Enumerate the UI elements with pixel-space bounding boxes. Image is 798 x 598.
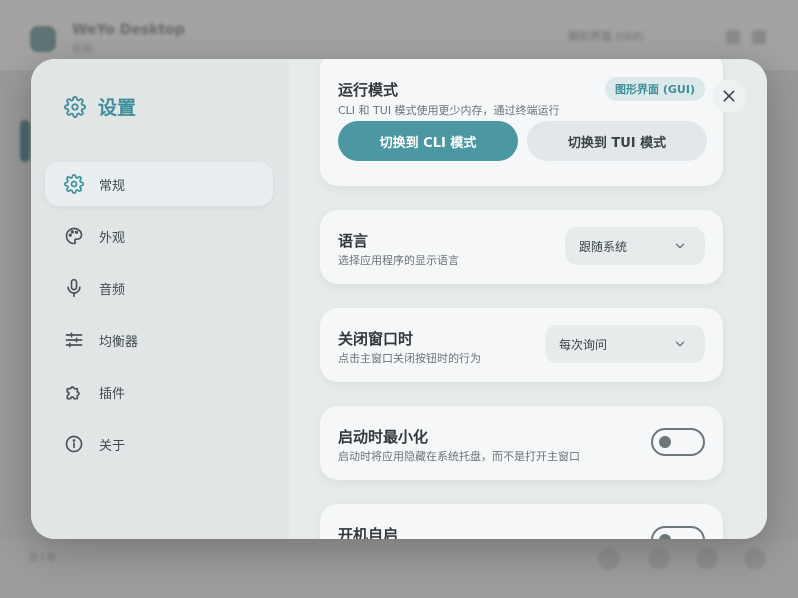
microphone-icon xyxy=(63,277,85,299)
close-behavior-select[interactable]: 每次询问 xyxy=(545,325,705,363)
more-icon xyxy=(752,30,766,44)
close-icon xyxy=(718,85,740,107)
background-mode-chip: 图形界面 (GUI) xyxy=(568,30,644,43)
close-window-card: 关闭窗口时 点击主窗口关闭按钮时的行为 每次询问 xyxy=(320,308,723,382)
close-window-desc: 点击主窗口关闭按钮时的行为 xyxy=(338,352,481,365)
palette-icon xyxy=(63,225,85,247)
info-icon xyxy=(63,433,85,455)
sidebar-item-label: 常规 xyxy=(99,178,126,194)
start-minimized-card: 启动时最小化 启动时将应用隐藏在系统托盘，而不是打开主窗口 xyxy=(320,406,723,480)
sidebar-item-plugins[interactable]: 插件 xyxy=(45,370,273,414)
switch-cli-button[interactable]: 切换到 CLI 模式 xyxy=(338,121,518,161)
settings-nav: 常规 外观 音频 均衡器 插件 关于 xyxy=(45,162,273,474)
autostart-toggle[interactable] xyxy=(651,526,705,539)
sidebar-item-label: 均衡器 xyxy=(99,334,139,350)
close-button[interactable] xyxy=(712,79,746,113)
background-status: 0 / 0 xyxy=(30,551,55,564)
prev-icon xyxy=(648,548,670,570)
current-mode-badge: 图形界面 (GUI) xyxy=(605,77,705,101)
sidebar-item-appearance[interactable]: 外观 xyxy=(45,214,273,258)
sidebar-item-about[interactable]: 关于 xyxy=(45,422,273,466)
run-mode-title: 运行模式 xyxy=(338,81,399,99)
puzzle-icon xyxy=(63,381,85,403)
settings-sidebar: 设置 常规 外观 音频 均衡器 插件 关于 xyxy=(31,59,289,539)
background-app-title: WeYo Desktop xyxy=(72,22,185,38)
close-behavior-value: 每次询问 xyxy=(559,337,608,352)
language-card: 语言 选择应用程序的显示语言 跟随系统 xyxy=(320,210,723,284)
chevron-down-icon xyxy=(669,235,691,257)
sidebar-item-general[interactable]: 常规 xyxy=(45,162,273,206)
sidebar-item-label: 关于 xyxy=(99,438,126,454)
language-select[interactable]: 跟随系统 xyxy=(565,227,705,265)
background-player-bar xyxy=(0,540,798,598)
autostart-card: 开机自启 xyxy=(320,504,723,539)
gear-icon xyxy=(63,173,85,195)
sidebar-item-label: 音频 xyxy=(99,282,126,298)
background-app-subtitle: 就绪 xyxy=(72,44,92,55)
language-value: 跟随系统 xyxy=(579,239,628,254)
start-minimized-desc: 启动时将应用隐藏在系统托盘，而不是打开主窗口 xyxy=(338,450,580,463)
close-window-title: 关闭窗口时 xyxy=(338,330,414,348)
minimize-icon xyxy=(726,30,740,44)
sidebar-item-label: 插件 xyxy=(99,386,126,402)
settings-content: 运行模式 CLI 和 TUI 模式使用更少内存，通过终端运行 图形界面 (GUI… xyxy=(289,59,767,539)
switch-tui-button[interactable]: 切换到 TUI 模式 xyxy=(527,121,707,161)
toggle-knob xyxy=(659,436,671,448)
toggle-knob xyxy=(659,534,671,539)
start-minimized-title: 启动时最小化 xyxy=(338,428,429,446)
play-icon xyxy=(696,548,718,570)
shuffle-icon xyxy=(598,548,620,570)
chevron-down-icon xyxy=(669,333,691,355)
settings-header: 设置 xyxy=(64,93,136,120)
sidebar-item-equalizer[interactable]: 均衡器 xyxy=(45,318,273,362)
next-icon xyxy=(744,548,766,570)
settings-dialog: 设置 常规 外观 音频 均衡器 插件 关于 运行模式 CLI 和 TUI 模式使… xyxy=(31,59,767,539)
sidebar-item-label: 外观 xyxy=(99,230,126,246)
sidebar-item-audio[interactable]: 音频 xyxy=(45,266,273,310)
gear-icon xyxy=(64,95,86,118)
settings-title: 设置 xyxy=(98,97,137,119)
start-minimized-toggle[interactable] xyxy=(651,428,705,456)
background-accent xyxy=(20,120,30,162)
language-desc: 选择应用程序的显示语言 xyxy=(338,254,459,267)
sliders-icon xyxy=(63,329,85,351)
autostart-title: 开机自启 xyxy=(338,526,399,539)
language-title: 语言 xyxy=(338,232,369,250)
run-mode-card: 运行模式 CLI 和 TUI 模式使用更少内存，通过终端运行 图形界面 (GUI… xyxy=(320,59,723,186)
run-mode-desc: CLI 和 TUI 模式使用更少内存，通过终端运行 xyxy=(338,104,560,117)
app-logo xyxy=(30,26,56,52)
